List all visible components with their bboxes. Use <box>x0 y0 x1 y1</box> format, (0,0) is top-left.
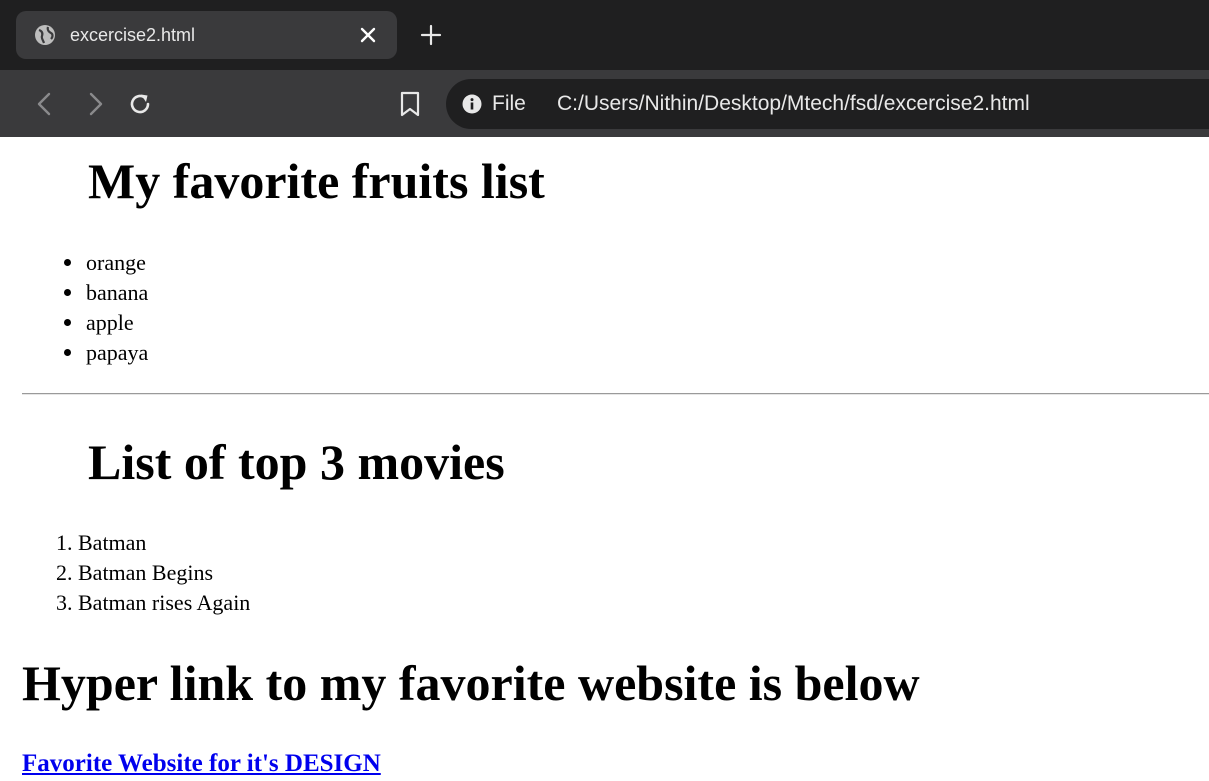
tab-strip: excercise2.html <box>0 0 1209 70</box>
list-item: 2. Batman Begins <box>56 558 250 588</box>
fruits-heading: My favorite fruits list <box>88 153 545 209</box>
tab-active[interactable]: excercise2.html <box>16 11 397 59</box>
address-bar[interactable]: File C:/Users/Nithin/Desktop/Mtech/fsd/e… <box>446 79 1209 129</box>
list-item: 1. Batman <box>56 528 250 558</box>
fruit-label: papaya <box>86 340 149 365</box>
list-item: 3. Batman rises Again <box>56 588 250 618</box>
movie-label: Batman <box>78 530 147 555</box>
scheme-label: File <box>492 92 526 115</box>
fruits-list: orange banana apple papaya <box>64 248 148 368</box>
reload-icon[interactable] <box>127 91 153 117</box>
list-number: 2. <box>56 560 78 585</box>
fruit-label: orange <box>86 250 146 275</box>
bullet-icon <box>64 259 71 266</box>
list-item: orange <box>64 248 148 278</box>
fruit-label: apple <box>86 310 134 335</box>
fruit-label: banana <box>86 280 149 305</box>
info-icon[interactable] <box>462 94 482 114</box>
bullet-icon <box>64 289 71 296</box>
bullet-icon <box>64 319 71 326</box>
movie-label: Batman rises Again <box>78 590 251 615</box>
globe-icon <box>35 25 55 45</box>
movies-list: 1. Batman 2. Batman Begins 3. Batman ris… <box>56 528 250 618</box>
tab-title: excercise2.html <box>70 25 196 45</box>
page-content: My favorite fruits list orange banana ap… <box>0 137 1209 781</box>
close-icon[interactable] <box>359 26 377 44</box>
favorite-website-link[interactable]: Favorite Website for it's DESIGN <box>22 749 381 779</box>
list-number: 3. <box>56 590 78 615</box>
list-number: 1. <box>56 530 78 555</box>
url-text[interactable]: C:/Users/Nithin/Desktop/Mtech/fsd/excerc… <box>557 92 1030 116</box>
link-heading: Hyper link to my favorite website is bel… <box>22 655 920 711</box>
bookmark-icon[interactable] <box>397 90 423 118</box>
bullet-icon <box>64 349 71 356</box>
chevron-right-icon[interactable] <box>82 91 108 117</box>
chevron-left-icon[interactable] <box>32 91 58 117</box>
browser-toolbar: File C:/Users/Nithin/Desktop/Mtech/fsd/e… <box>0 70 1209 137</box>
horizontal-rule <box>22 393 1209 395</box>
list-item: papaya <box>64 338 148 368</box>
list-item: banana <box>64 278 148 308</box>
movies-heading: List of top 3 movies <box>88 434 505 490</box>
plus-icon[interactable] <box>420 24 442 46</box>
list-item: apple <box>64 308 148 338</box>
movie-label: Batman Begins <box>78 560 214 585</box>
